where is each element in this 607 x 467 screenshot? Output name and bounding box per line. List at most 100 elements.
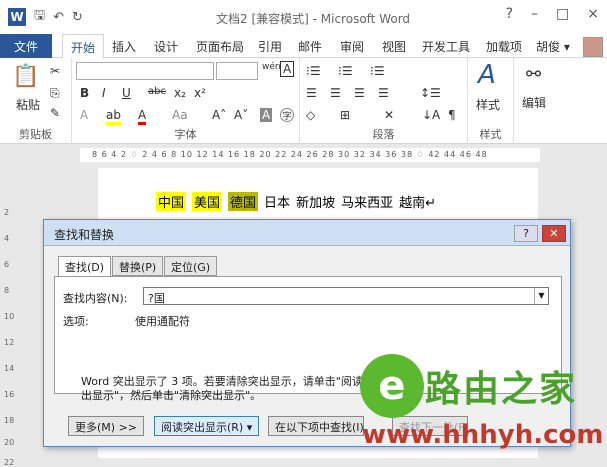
tab-mailings[interactable]: 邮件 [298, 38, 322, 55]
font-color-icon[interactable]: A [138, 108, 147, 125]
word-highlighted-selected[interactable]: 德国 [228, 192, 259, 211]
user-account[interactable]: 胡俊 ▾ [536, 38, 570, 55]
styles-button[interactable]: 样式 [476, 96, 500, 113]
tab-layout[interactable]: 页面布局 [196, 38, 244, 55]
word[interactable]: 日本 [264, 192, 290, 211]
quick-access-toolbar: W 🖫 ↶ ↻ [0, 6, 83, 28]
tab-review[interactable]: 审阅 [340, 38, 364, 55]
maximize-icon[interactable]: □ [556, 6, 569, 22]
format-painter-icon[interactable]: ✎ [50, 106, 60, 120]
word-highlighted[interactable]: 美国 [192, 192, 223, 211]
vertical-ruler[interactable]: 2 4 6 8 10 12 14 16 18 20 22 [0, 168, 16, 467]
tab-view[interactable]: 视图 [382, 38, 406, 55]
word[interactable]: 马来西亚 [341, 192, 393, 211]
undo-icon[interactable]: ↶ [53, 10, 64, 25]
window-title: 文档2 [兼容模式] - Microsoft Word [216, 12, 411, 26]
grow-font-icon[interactable]: A˄ [212, 108, 226, 122]
vruler-tick: 10 [4, 312, 15, 321]
font-label: 字体 [174, 128, 197, 141]
enclose-char-icon[interactable]: 字 [280, 108, 294, 122]
sort-icon[interactable]: ↓A [422, 108, 440, 122]
dialog-close-button[interactable]: ✕ [542, 225, 566, 242]
bullets-icon[interactable]: ⁝☰ [306, 64, 321, 78]
align-right-icon[interactable]: ☰ [354, 86, 365, 100]
bold-button[interactable]: B [80, 86, 89, 100]
dialog-title-bar[interactable]: 查找和替换 ? ✕ [44, 220, 570, 246]
borders-icon[interactable]: ⊞ [340, 108, 350, 122]
paste-label[interactable]: 粘贴 [16, 96, 40, 113]
tab-developer[interactable]: 开发工具 [422, 38, 470, 55]
line-spacing-icon[interactable]: ↕☰ [420, 86, 441, 100]
word-logo-icon: W [8, 8, 26, 26]
char-border-icon[interactable]: A [280, 61, 295, 77]
vruler-tick: 22 [4, 458, 15, 467]
find-what-value: ?国 [148, 292, 165, 305]
window-controls: ? – □ × [506, 6, 599, 22]
tab-references[interactable]: 引用 [258, 38, 282, 55]
highlight-color-icon[interactable]: ab [106, 108, 121, 125]
word[interactable]: 越南↵ [399, 192, 436, 211]
numbering-icon[interactable]: ⁝☰ [338, 64, 353, 78]
save-icon[interactable]: 🖫 [34, 6, 45, 28]
styles-icon[interactable]: A [478, 60, 496, 90]
shading-icon[interactable]: ◇ [306, 108, 315, 122]
binoculars-icon[interactable]: ⚯ [526, 64, 541, 85]
redo-icon[interactable]: ↻ [72, 10, 83, 25]
more-button[interactable]: 更多(M) >> [68, 416, 145, 436]
char-shading-icon[interactable]: A [260, 108, 273, 122]
tab-insert[interactable]: 插入 [112, 38, 136, 55]
find-in-button[interactable]: 在以下项中查找(I) ▾ [268, 416, 364, 436]
word-highlighted[interactable]: 中国 [156, 192, 187, 211]
italic-button[interactable]: I [102, 86, 106, 100]
multilevel-list-icon[interactable]: ⁝☰ [370, 64, 385, 78]
paste-icon[interactable]: 📋 [12, 64, 39, 89]
change-case-icon[interactable]: Aa [172, 108, 188, 122]
editing-button[interactable]: 编辑 [522, 94, 546, 111]
show-marks-icon[interactable]: ¶ [448, 108, 456, 122]
text-effects-icon[interactable]: A [80, 108, 88, 122]
shrink-font-icon[interactable]: A˅ [234, 108, 248, 122]
tab-replace[interactable]: 替换(P) [112, 256, 164, 276]
asian-layout-icon[interactable]: ✕ [384, 108, 394, 122]
vruler-tick: 8 [4, 286, 10, 295]
word[interactable]: 新加坡 [296, 192, 335, 211]
vruler-tick: 2 [4, 208, 10, 217]
tab-file[interactable]: 文件 [0, 34, 52, 58]
horizontal-ruler[interactable]: 8 6 4 2 ♢ 2 4 6 8 10 12 14 16 18 20 22 2… [80, 148, 540, 162]
justify-icon[interactable]: ☰ [378, 86, 389, 100]
copy-icon[interactable]: ⎘ [50, 86, 60, 101]
font-name-box[interactable] [76, 62, 214, 80]
dialog-title: 查找和替换 [54, 228, 115, 242]
vruler-tick: 20 [4, 438, 15, 447]
dialog-help-button[interactable]: ? [514, 225, 538, 242]
vruler-tick: 14 [4, 364, 15, 373]
font-size-box[interactable] [216, 62, 258, 80]
find-history-dropdown-icon[interactable]: ▼ [534, 288, 548, 304]
avatar[interactable] [583, 37, 603, 57]
watermark-url: www.hhhyh.com [362, 420, 604, 450]
strikethrough-button[interactable]: abc [148, 86, 166, 97]
watermark-logo-icon: e [360, 354, 424, 418]
find-what-input[interactable]: ?国 ▼ [143, 287, 549, 305]
align-left-icon[interactable]: ☰ [306, 86, 317, 100]
help-icon[interactable]: ? [506, 6, 513, 22]
phonetic-icon[interactable]: wén [262, 62, 281, 72]
tab-addins[interactable]: 加载项 [486, 38, 522, 55]
underline-button[interactable]: U [122, 86, 131, 100]
superscript-button[interactable]: x² [194, 86, 206, 100]
tab-design[interactable]: 设计 [154, 38, 178, 55]
vruler-tick: 12 [4, 338, 15, 347]
options-label: 选项: [63, 315, 89, 328]
close-icon[interactable]: × [587, 6, 599, 22]
styles-label: 样式 [479, 128, 502, 141]
tab-home[interactable]: 开始 [62, 34, 105, 59]
align-center-icon[interactable]: ☰ [330, 86, 341, 100]
tab-goto[interactable]: 定位(G) [164, 256, 218, 276]
vruler-tick: 6 [4, 260, 10, 269]
minimize-icon[interactable]: – [531, 6, 538, 22]
reading-highlight-button[interactable]: 阅读突出显示(R) ▾ [154, 416, 260, 436]
document-text[interactable]: 中国 美国 德国 日本 新加坡 马来西亚 越南↵ [156, 192, 436, 211]
subscript-button[interactable]: x₂ [174, 86, 186, 100]
cut-icon[interactable]: ✂ [50, 64, 60, 78]
tab-find[interactable]: 查找(D) [58, 256, 112, 277]
